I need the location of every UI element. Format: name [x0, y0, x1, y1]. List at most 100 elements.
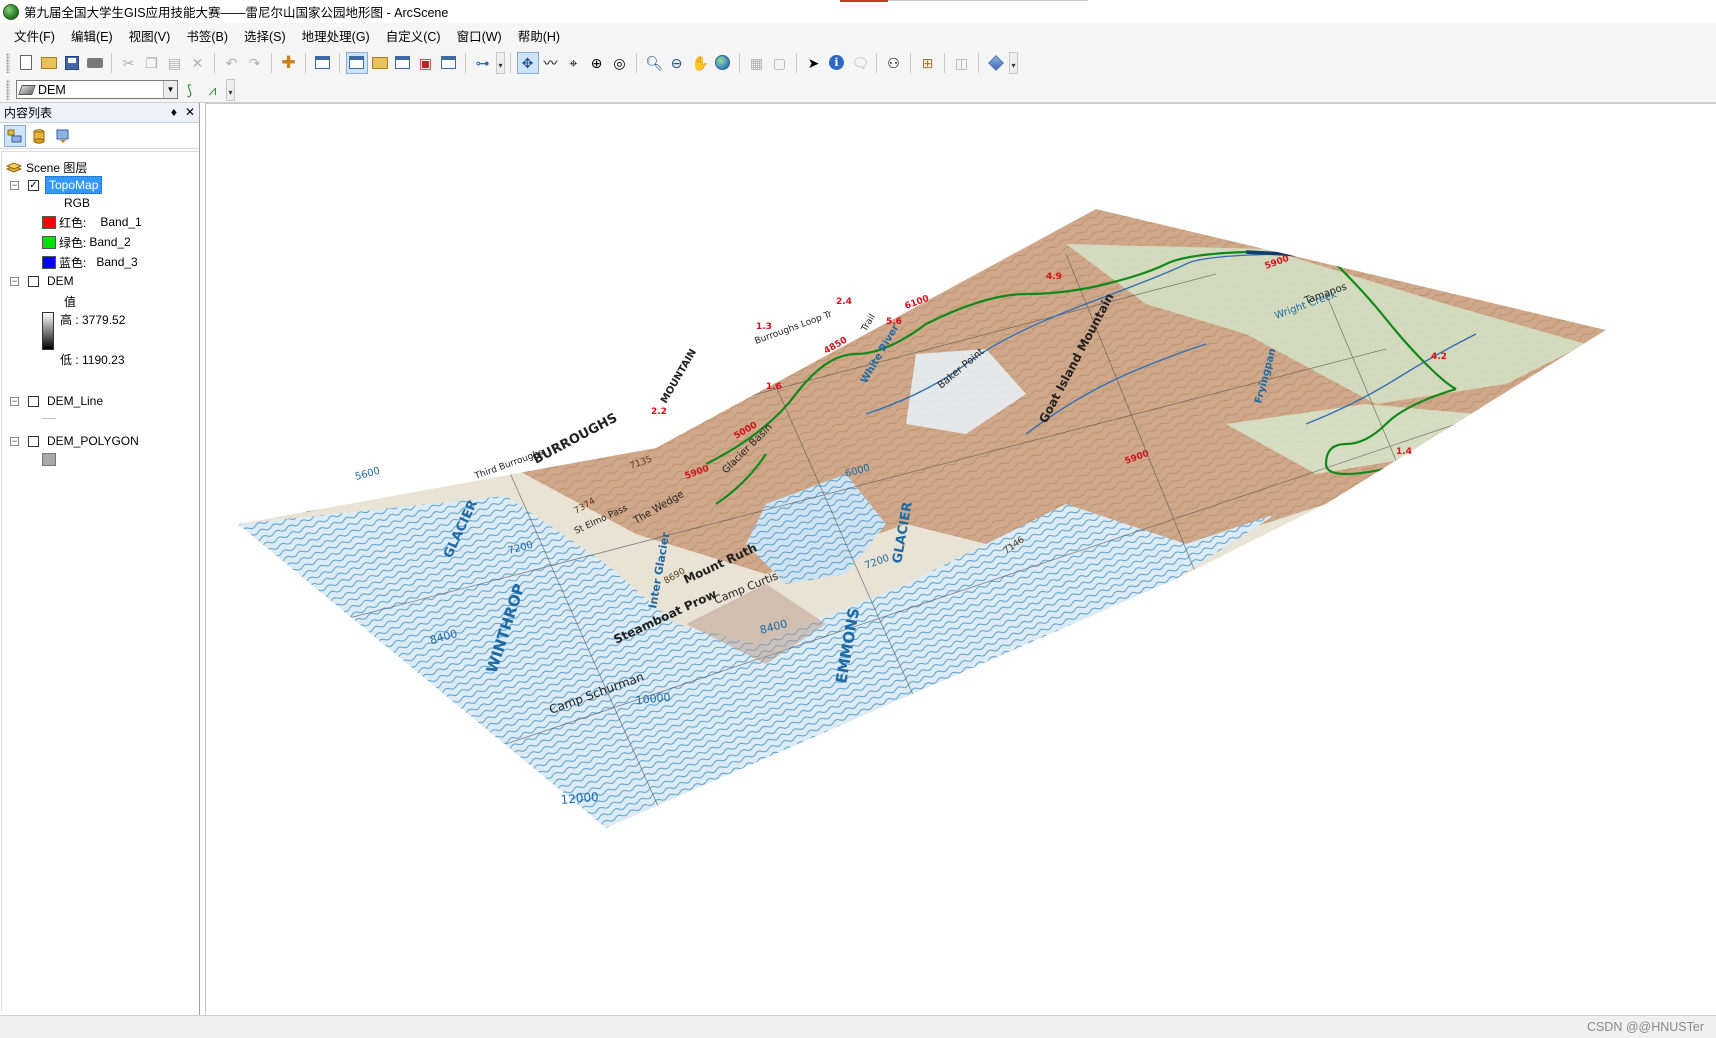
catalog-window-button[interactable]: [369, 52, 391, 74]
map-label: MOUNTAIN: [659, 347, 699, 405]
toolbar-grip[interactable]: [6, 52, 10, 73]
open-button[interactable]: [38, 52, 60, 74]
pan-tool[interactable]: ✋: [689, 52, 711, 74]
find-tool[interactable]: ⚇: [883, 52, 905, 74]
fly-tool[interactable]: 〰: [540, 52, 562, 74]
search-window-button[interactable]: [392, 52, 414, 74]
layer-visibility-checkbox-dem-polygon[interactable]: [28, 435, 39, 447]
layer-row-dem[interactable]: − DEM: [10, 272, 74, 290]
measure-tool[interactable]: ⊞: [917, 52, 939, 74]
terrain-scene[interactable]: WINTHROP GLACIER EMMONS GLACIER Inter Gl…: [206, 104, 1716, 1016]
line-of-sight-tool[interactable]: ⩘: [202, 79, 224, 101]
chevron-down-icon[interactable]: ▼: [163, 81, 177, 98]
menu-selection[interactable]: 选择(S): [236, 26, 294, 45]
line-of-sight-icon: ⩘: [208, 81, 217, 98]
list-by-drawing-order-button[interactable]: [4, 124, 26, 147]
layer-visibility-checkbox-dem[interactable]: [28, 275, 39, 287]
layer-visibility-checkbox-topomap[interactable]: ✓: [28, 179, 39, 191]
table-of-contents-panel: 内容列表 ♦ ✕ Scene 图层 − ✓ TopoMap RGB 红色: Ba…: [0, 103, 200, 1015]
cut-button[interactable]: ✂: [118, 52, 140, 74]
modelbuilder-button[interactable]: ⊶: [472, 52, 494, 74]
save-button[interactable]: [61, 52, 83, 74]
toc-window-button[interactable]: [345, 51, 368, 74]
redo-button[interactable]: ↷: [244, 52, 266, 74]
menu-view[interactable]: 视图(V): [121, 26, 179, 45]
toolbar-overflow-button[interactable]: ▾: [496, 51, 505, 74]
set-observer-tool[interactable]: ◎: [609, 52, 631, 74]
layer-name-dem[interactable]: DEM: [47, 274, 74, 288]
scene-viewport[interactable]: WINTHROP GLACIER EMMONS GLACIER Inter Gl…: [205, 103, 1716, 1015]
layer-icon: [18, 84, 36, 95]
menu-edit[interactable]: 编辑(E): [63, 26, 121, 45]
scene-layers-root[interactable]: Scene 图层: [6, 158, 87, 176]
trail-mileage: 1.3: [756, 322, 772, 332]
paste-button[interactable]: ▤: [164, 52, 186, 74]
new-button[interactable]: [15, 52, 37, 74]
menu-file[interactable]: 文件(F): [6, 26, 63, 45]
toolbox-icon: ▣: [418, 54, 433, 71]
collapse-icon[interactable]: −: [10, 436, 19, 446]
layer-name-topomap[interactable]: TopoMap: [45, 176, 103, 194]
html-popup-tool[interactable]: 🗨︎: [849, 52, 871, 74]
target-center-icon: ⌖: [569, 54, 578, 71]
arcglobe-button[interactable]: [985, 52, 1007, 74]
menu-customize[interactable]: 自定义(C): [378, 26, 449, 45]
collapse-icon[interactable]: −: [10, 396, 19, 406]
copy-button[interactable]: ❐: [141, 52, 163, 74]
identify-tool[interactable]: i: [826, 52, 848, 74]
navigate-tool[interactable]: ✥: [516, 51, 539, 74]
select-features-tool[interactable]: ▦: [746, 52, 768, 74]
menu-geoprocessing[interactable]: 地理处理(G): [294, 26, 378, 45]
select-elements-tool[interactable]: ➤: [803, 52, 825, 74]
add-data-icon: ✚: [281, 52, 296, 72]
green-band-swatch: [42, 235, 56, 249]
python-window-button[interactable]: [438, 52, 460, 74]
menu-help[interactable]: 帮助(H): [510, 26, 568, 45]
scene-properties-button[interactable]: [312, 52, 334, 74]
toolbar-grip[interactable]: [6, 79, 10, 100]
toolbar-separator: [111, 52, 112, 73]
collapse-icon[interactable]: −: [10, 180, 19, 190]
zoom-in-tool[interactable]: 🔍︎: [643, 52, 665, 74]
full-extent-button[interactable]: [712, 52, 734, 74]
time-slider-button[interactable]: ◫: [951, 52, 973, 74]
status-bar: CSDN @@HNUSTer: [0, 1015, 1716, 1038]
close-icon[interactable]: ✕: [185, 105, 195, 119]
list-by-visibility-button[interactable]: [52, 125, 74, 147]
band-value-green: Band_2: [89, 235, 131, 249]
menu-windows[interactable]: 窗口(W): [449, 26, 510, 45]
title-bar: 第九届全国大学生GIS应用技能大赛——雷尼尔山国家公园地形图 - ArcScen…: [0, 0, 1716, 23]
arctoolbox-button[interactable]: ▣: [415, 52, 437, 74]
layer-row-topomap[interactable]: − ✓ TopoMap: [10, 176, 103, 194]
delete-button[interactable]: ✕: [187, 52, 209, 74]
trail-mileage: 1.4: [1396, 447, 1412, 457]
trail-mileage: 4.9: [1046, 272, 1062, 282]
clear-selection-icon: ▢: [772, 54, 787, 71]
pin-icon[interactable]: ♦: [171, 105, 177, 119]
clear-selection-button[interactable]: ▢: [769, 52, 791, 74]
toolbar-overflow-button[interactable]: ▾: [1009, 51, 1018, 74]
menu-bookmarks[interactable]: 书签(B): [178, 26, 236, 45]
band-label-red: 红色:: [59, 215, 87, 230]
layer-dropdown[interactable]: DEM ▼: [16, 80, 178, 99]
create-contours-tool[interactable]: ⟆: [179, 79, 201, 101]
zoom-to-target-tool[interactable]: ⊕: [586, 52, 608, 74]
toolbar-separator: [339, 52, 340, 73]
print-button[interactable]: [84, 52, 106, 74]
undo-button[interactable]: ↶: [221, 52, 243, 74]
target-center-tool[interactable]: ⌖: [563, 52, 585, 74]
layer-name-dem-line[interactable]: DEM_Line: [47, 394, 103, 408]
add-data-button[interactable]: ✚: [278, 52, 300, 74]
collapse-icon[interactable]: −: [10, 276, 19, 286]
catalog-icon: [371, 56, 388, 69]
toolbar-overflow-button[interactable]: ▾: [226, 78, 235, 101]
band-row-green: 绿色: Band_2: [42, 233, 131, 251]
zoom-out-tool[interactable]: ⊖: [666, 52, 688, 74]
layer-row-dem-polygon[interactable]: − DEM_POLYGON: [10, 432, 139, 450]
layer-name-dem-polygon[interactable]: DEM_POLYGON: [47, 434, 139, 448]
layer-dropdown-value: DEM: [38, 82, 66, 97]
layer-visibility-checkbox-dem-line[interactable]: [28, 395, 39, 407]
list-by-source-button[interactable]: [28, 125, 50, 147]
popup-balloon-icon: 🗨︎: [851, 54, 870, 71]
layer-row-dem-line[interactable]: − DEM_Line: [10, 392, 103, 410]
